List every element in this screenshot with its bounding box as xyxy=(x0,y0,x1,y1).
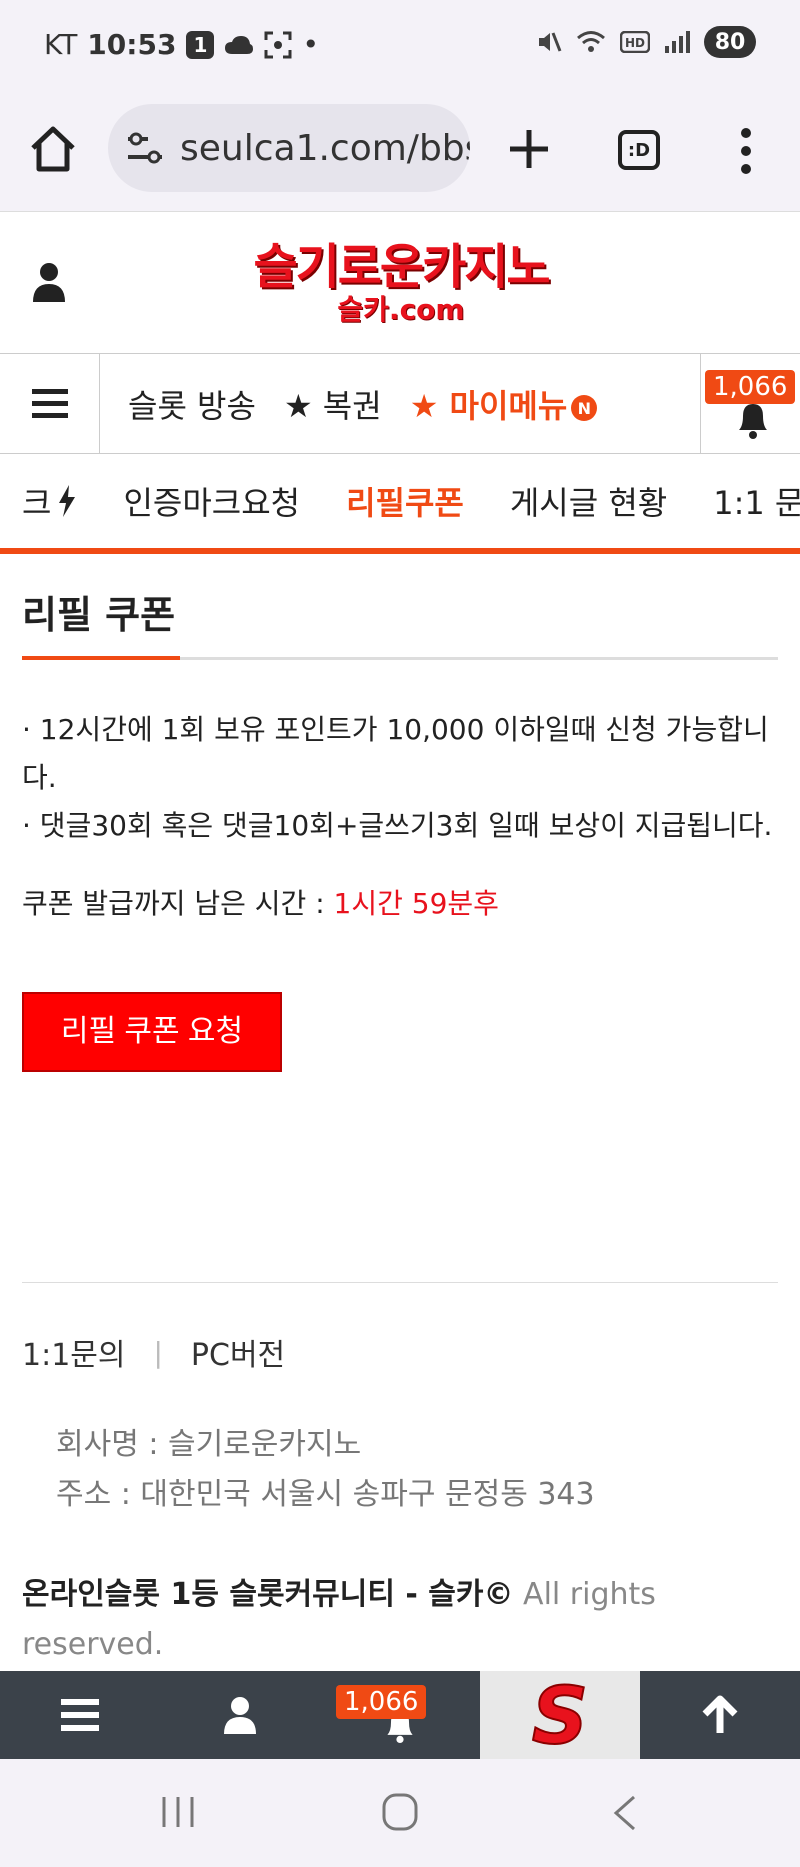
company-name: 회사명 : 슬기로운카지노 xyxy=(56,1427,362,1462)
menu-button[interactable] xyxy=(0,354,100,454)
sub-nav-items: 크 인증마크요청 리필쿠폰 게시글 현황 1:1 문의 xyxy=(22,454,800,548)
logo-main-text: 슬기로운카지노 xyxy=(253,239,550,295)
page-title: 리필 쿠폰 xyxy=(22,593,176,637)
notifications-button[interactable]: 1,066 xyxy=(700,354,800,454)
user-icon[interactable] xyxy=(32,262,66,302)
remaining-time: 쿠폰 발급까지 남은 시간 : 1시간 59분후 xyxy=(22,882,778,922)
bell-icon xyxy=(739,404,767,439)
hamburger-icon xyxy=(61,1699,99,1731)
scroll-top-button[interactable] xyxy=(640,1671,800,1759)
android-navigation-bar xyxy=(0,1759,800,1867)
arrow-up-icon xyxy=(702,1695,738,1733)
footer-link-pc-version[interactable]: PC버전 xyxy=(191,1330,285,1374)
carrier-label: KT xyxy=(44,28,78,61)
battery-level: 80 xyxy=(704,26,756,58)
company-address: 주소 : 대한민국 서울시 송파구 문정동 343 xyxy=(56,1477,595,1512)
recent-apps-icon[interactable] xyxy=(160,1795,196,1829)
site-settings-icon[interactable] xyxy=(126,131,166,165)
new-badge: N xyxy=(571,395,598,421)
new-tab-icon[interactable] xyxy=(506,126,552,172)
wifi-icon xyxy=(577,31,605,52)
clock: 10:53 xyxy=(87,28,177,61)
sub-item-refill-coupon[interactable]: 리필쿠폰 xyxy=(346,478,464,524)
more-menu-icon[interactable] xyxy=(736,126,756,176)
remaining-time-value: 1시간 59분후 xyxy=(333,887,499,920)
status-left: KT 10:53 1 • xyxy=(44,28,319,61)
copyright: 온라인슬롯 1등 슬롯커뮤니티 - 슬카© All rights reserve… xyxy=(22,1570,782,1670)
s-logo-letter: S xyxy=(532,1677,588,1753)
main-nav: 슬롯 방송 ★ 복권 ★ 마이메뉴 N 1,066 xyxy=(0,354,800,454)
refill-coupon-request-button[interactable]: 리필 쿠폰 요청 xyxy=(22,992,282,1072)
nav-item-slot-broadcast[interactable]: 슬롯 방송 xyxy=(128,381,256,427)
logo-sub-text: 슬카.com xyxy=(337,293,465,326)
sub-nav: 크 인증마크요청 리필쿠폰 게시글 현황 1:1 문의 xyxy=(0,454,800,554)
notification-count-badge: 1,066 xyxy=(705,370,796,404)
title-divider xyxy=(22,656,778,660)
status-dot: • xyxy=(302,28,319,61)
url-text: seulca1.com/bbs xyxy=(180,127,470,169)
svg-text:HD: HD xyxy=(625,36,645,50)
notification-count-badge: 1,066 xyxy=(336,1685,427,1719)
footer-link-separator: | xyxy=(153,1335,163,1369)
description-line: · 12시간에 1회 보유 포인트가 10,000 이하일때 신청 가능합니다. xyxy=(22,713,769,794)
address-bar[interactable]: seulca1.com/bbs xyxy=(108,104,470,192)
s-logo-icon: S xyxy=(531,1677,589,1753)
signal-icon xyxy=(665,31,690,53)
status-right: HD 80 xyxy=(536,26,756,58)
sub-item-certification-request[interactable]: 인증마크요청 xyxy=(123,478,300,524)
cloud-icon xyxy=(225,35,254,54)
footer-divider xyxy=(22,1282,778,1283)
main-nav-items: 슬롯 방송 ★ 복권 ★ 마이메뉴 N xyxy=(100,354,700,454)
screenshot-icon xyxy=(264,31,292,58)
hd-icon: HD xyxy=(620,31,650,53)
lightning-icon xyxy=(59,485,76,517)
site-logo[interactable]: 슬기로운카지노 슬카.com xyxy=(238,240,564,330)
description-line: · 댓글30회 혹은 댓글10회+글쓰기3회 일때 보상이 지급됩니다. xyxy=(22,809,773,842)
bottom-user-button[interactable] xyxy=(160,1671,320,1759)
tab-switcher-button[interactable]: :D xyxy=(618,130,660,170)
footer-link-inquiry[interactable]: 1:1문의 xyxy=(22,1330,125,1374)
sub-item-inquiry[interactable]: 1:1 문의 xyxy=(713,478,800,524)
nav-item-my-menu[interactable]: ★ 마이메뉴 N xyxy=(410,381,598,427)
company-info: 회사명 : 슬기로운카지노 주소 : 대한민국 서울시 송파구 문정동 343 xyxy=(56,1420,595,1520)
main-content: 리필 쿠폰 · 12시간에 1회 보유 포인트가 10,000 이하일때 신청 … xyxy=(22,554,778,1072)
bottom-site-logo[interactable]: S xyxy=(480,1671,640,1759)
browser-toolbar: seulca1.com/bbs :D xyxy=(0,90,800,212)
nav-item-my-menu-label: ★ 마이메뉴 xyxy=(409,387,568,425)
remaining-time-label: 쿠폰 발급까지 남은 시간 : xyxy=(22,887,334,920)
home-icon[interactable] xyxy=(28,124,78,174)
sub-item-post-status[interactable]: 게시글 현황 xyxy=(510,478,667,524)
nav-item-lottery[interactable]: ★ 복권 xyxy=(284,381,382,427)
hamburger-icon xyxy=(31,389,68,418)
status-bar: KT 10:53 1 • HD 80 xyxy=(0,0,800,90)
back-icon[interactable] xyxy=(612,1795,638,1831)
bottom-toolbar: 1,066 S xyxy=(0,1671,800,1759)
home-nav-icon[interactable] xyxy=(382,1793,418,1831)
notification-count-badge: 1 xyxy=(186,30,215,59)
sub-item-partial[interactable]: 크 xyxy=(22,478,51,524)
footer-links: 1:1문의 | PC버전 xyxy=(22,1330,285,1374)
coupon-description: · 12시간에 1회 보유 포인트가 10,000 이하일때 신청 가능합니다.… xyxy=(22,706,778,850)
bottom-menu-button[interactable] xyxy=(0,1671,160,1759)
copyright-brand: 온라인슬롯 1등 슬롯커뮤니티 - 슬카© xyxy=(22,1577,514,1612)
user-icon xyxy=(224,1697,256,1734)
site-header: 슬기로운카지노 슬카.com xyxy=(0,212,800,354)
mute-icon xyxy=(539,32,562,52)
